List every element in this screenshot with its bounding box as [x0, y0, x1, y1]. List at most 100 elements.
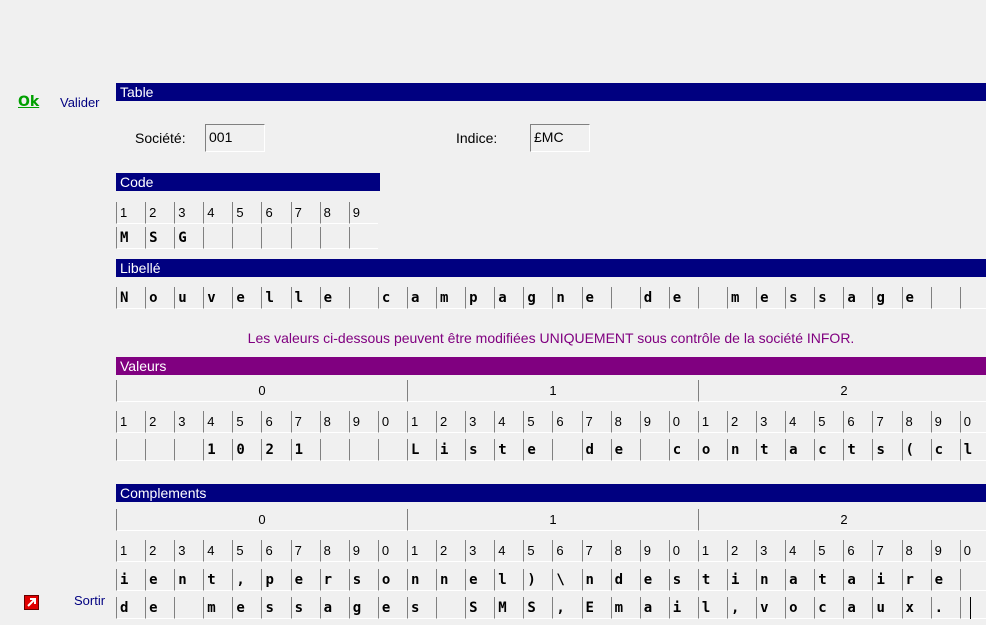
valeurs-char-cell[interactable]	[348, 439, 378, 461]
valeurs-char-cell[interactable]: t	[494, 439, 524, 461]
valeurs-char-cell[interactable]: 2	[261, 439, 291, 461]
libelle-chars[interactable]: Nouvelle campagne de message	[116, 287, 986, 309]
complements-char-cell[interactable]: )	[523, 569, 553, 591]
complements-char-cell[interactable]: i	[872, 569, 902, 591]
valeurs-char-cell[interactable]	[174, 439, 204, 461]
complements-char-cell[interactable]: \	[552, 569, 582, 591]
valeurs-char-cell[interactable]: s	[465, 439, 495, 461]
libelle-char-cell[interactable]: u	[174, 287, 204, 309]
valeurs-char-cell[interactable]: l	[959, 439, 986, 461]
valeurs-char-cell[interactable]: c	[930, 439, 960, 461]
complements-char-cell[interactable]: i	[116, 569, 146, 591]
sortir-button[interactable]: Sortir	[74, 593, 105, 608]
libelle-char-cell[interactable]: s	[785, 287, 815, 309]
complements-char-cell[interactable]: e	[639, 569, 669, 591]
complements-char-cell[interactable]: r	[319, 569, 349, 591]
complements-char-cell[interactable]: u	[872, 597, 902, 619]
complements-line2[interactable]: demessagesSMS,Email,vocaux.	[116, 597, 986, 619]
libelle-char-cell[interactable]	[697, 287, 727, 309]
libelle-char-cell[interactable]	[348, 287, 378, 309]
complements-char-cell[interactable]: S	[523, 597, 553, 619]
complements-char-cell[interactable]: g	[348, 597, 378, 619]
valeurs-char-cell[interactable]: t	[843, 439, 873, 461]
complements-char-cell[interactable]: i	[726, 569, 757, 591]
valeurs-char-cell[interactable]	[145, 439, 175, 461]
valeurs-char-cell[interactable]: e	[610, 439, 640, 461]
valeurs-char-cell[interactable]	[552, 439, 582, 461]
complements-char-cell[interactable]: e	[465, 569, 495, 591]
valeurs-char-cell[interactable]: o	[697, 439, 727, 461]
valeurs-char-cell[interactable]	[639, 439, 669, 461]
libelle-char-cell[interactable]: e	[901, 287, 931, 309]
complements-char-cell[interactable]: ,	[726, 597, 757, 619]
complements-char-cell[interactable]: n	[174, 569, 204, 591]
libelle-char-cell[interactable]: N	[116, 287, 146, 309]
complements-char-cell[interactable]: e	[377, 597, 407, 619]
complements-char-cell[interactable]: a	[843, 597, 873, 619]
complements-char-cell[interactable]: x	[901, 597, 931, 619]
code-char-cell[interactable]: S	[145, 227, 175, 249]
code-char-cell[interactable]	[290, 227, 320, 249]
complements-char-cell[interactable]: d	[116, 597, 146, 619]
complements-char-cell[interactable]: ,	[552, 597, 582, 619]
libelle-char-cell[interactable]: d	[639, 287, 669, 309]
code-char-cell[interactable]: M	[116, 227, 146, 249]
code-char-cell[interactable]	[261, 227, 291, 249]
complements-char-cell[interactable]: s	[348, 569, 378, 591]
complements-char-cell[interactable]: ,	[232, 569, 262, 591]
libelle-char-cell[interactable]: m	[726, 287, 757, 309]
valeurs-char-cell[interactable]: a	[785, 439, 815, 461]
complements-char-cell[interactable]: r	[901, 569, 931, 591]
valeurs-char-cell[interactable]: n	[726, 439, 757, 461]
libelle-char-cell[interactable]: e	[319, 287, 349, 309]
libelle-char-cell[interactable]: o	[145, 287, 175, 309]
valeurs-chars[interactable]: 1 0 2 1 Li s t e d e c o n t a c t s(c l	[116, 439, 986, 461]
complements-char-cell[interactable]: o	[377, 569, 407, 591]
code-char-cell[interactable]	[319, 227, 349, 249]
complements-char-cell[interactable]: p	[261, 569, 291, 591]
code-char-cell[interactable]	[232, 227, 262, 249]
complements-char-cell[interactable]: a	[785, 569, 815, 591]
complements-char-cell[interactable]: a	[639, 597, 669, 619]
libelle-char-cell[interactable]: g	[523, 287, 553, 309]
libelle-char-cell[interactable]: g	[872, 287, 902, 309]
libelle-char-cell[interactable]	[959, 287, 986, 309]
valeurs-char-cell[interactable]: L	[406, 439, 437, 461]
complements-char-cell[interactable]: n	[406, 569, 437, 591]
code-char-cell[interactable]	[348, 227, 378, 249]
complements-char-cell[interactable]: .	[930, 597, 960, 619]
libelle-char-cell[interactable]: l	[290, 287, 320, 309]
societe-field[interactable]: 001	[205, 124, 265, 152]
indice-field[interactable]: £MC	[530, 124, 590, 152]
valeurs-char-cell[interactable]	[116, 439, 146, 461]
complements-char-cell[interactable]: o	[785, 597, 815, 619]
complements-char-cell[interactable]: l	[494, 569, 524, 591]
complements-char-cell[interactable]: t	[814, 569, 844, 591]
exit-icon[interactable]	[24, 595, 39, 610]
complements-char-cell[interactable]: t	[697, 569, 727, 591]
libelle-char-cell[interactable]: l	[261, 287, 291, 309]
valeurs-char-cell[interactable]	[377, 439, 407, 461]
valeurs-char-cell[interactable]	[319, 439, 349, 461]
complements-char-cell[interactable]: i	[668, 597, 698, 619]
libelle-char-cell[interactable]: a	[406, 287, 437, 309]
valider-button[interactable]: Valider	[60, 95, 100, 110]
complements-char-cell[interactable]: e	[145, 597, 175, 619]
complements-line1[interactable]: i e n t, p e r s o n n e l) \ n d e s t i n a t a i r e	[116, 569, 986, 591]
valeurs-char-cell[interactable]: t	[756, 439, 786, 461]
complements-char-cell[interactable]: M	[494, 597, 524, 619]
code-char-cell[interactable]: G	[174, 227, 204, 249]
valeurs-char-cell[interactable]: 0	[232, 439, 262, 461]
complements-char-cell[interactable]: e	[232, 597, 262, 619]
valeurs-char-cell[interactable]: s	[872, 439, 902, 461]
complements-char-cell[interactable]: e	[290, 569, 320, 591]
valeurs-char-cell[interactable]: e	[523, 439, 553, 461]
complements-char-cell[interactable]: n	[756, 569, 786, 591]
valeurs-char-cell[interactable]: i	[436, 439, 466, 461]
libelle-char-cell[interactable]: p	[465, 287, 495, 309]
complements-char-cell[interactable]: s	[261, 597, 291, 619]
complements-char-cell[interactable]: e	[930, 569, 960, 591]
valeurs-char-cell[interactable]: 1	[290, 439, 320, 461]
complements-char-cell[interactable]: n	[581, 569, 611, 591]
complements-char-cell[interactable]	[959, 597, 986, 619]
